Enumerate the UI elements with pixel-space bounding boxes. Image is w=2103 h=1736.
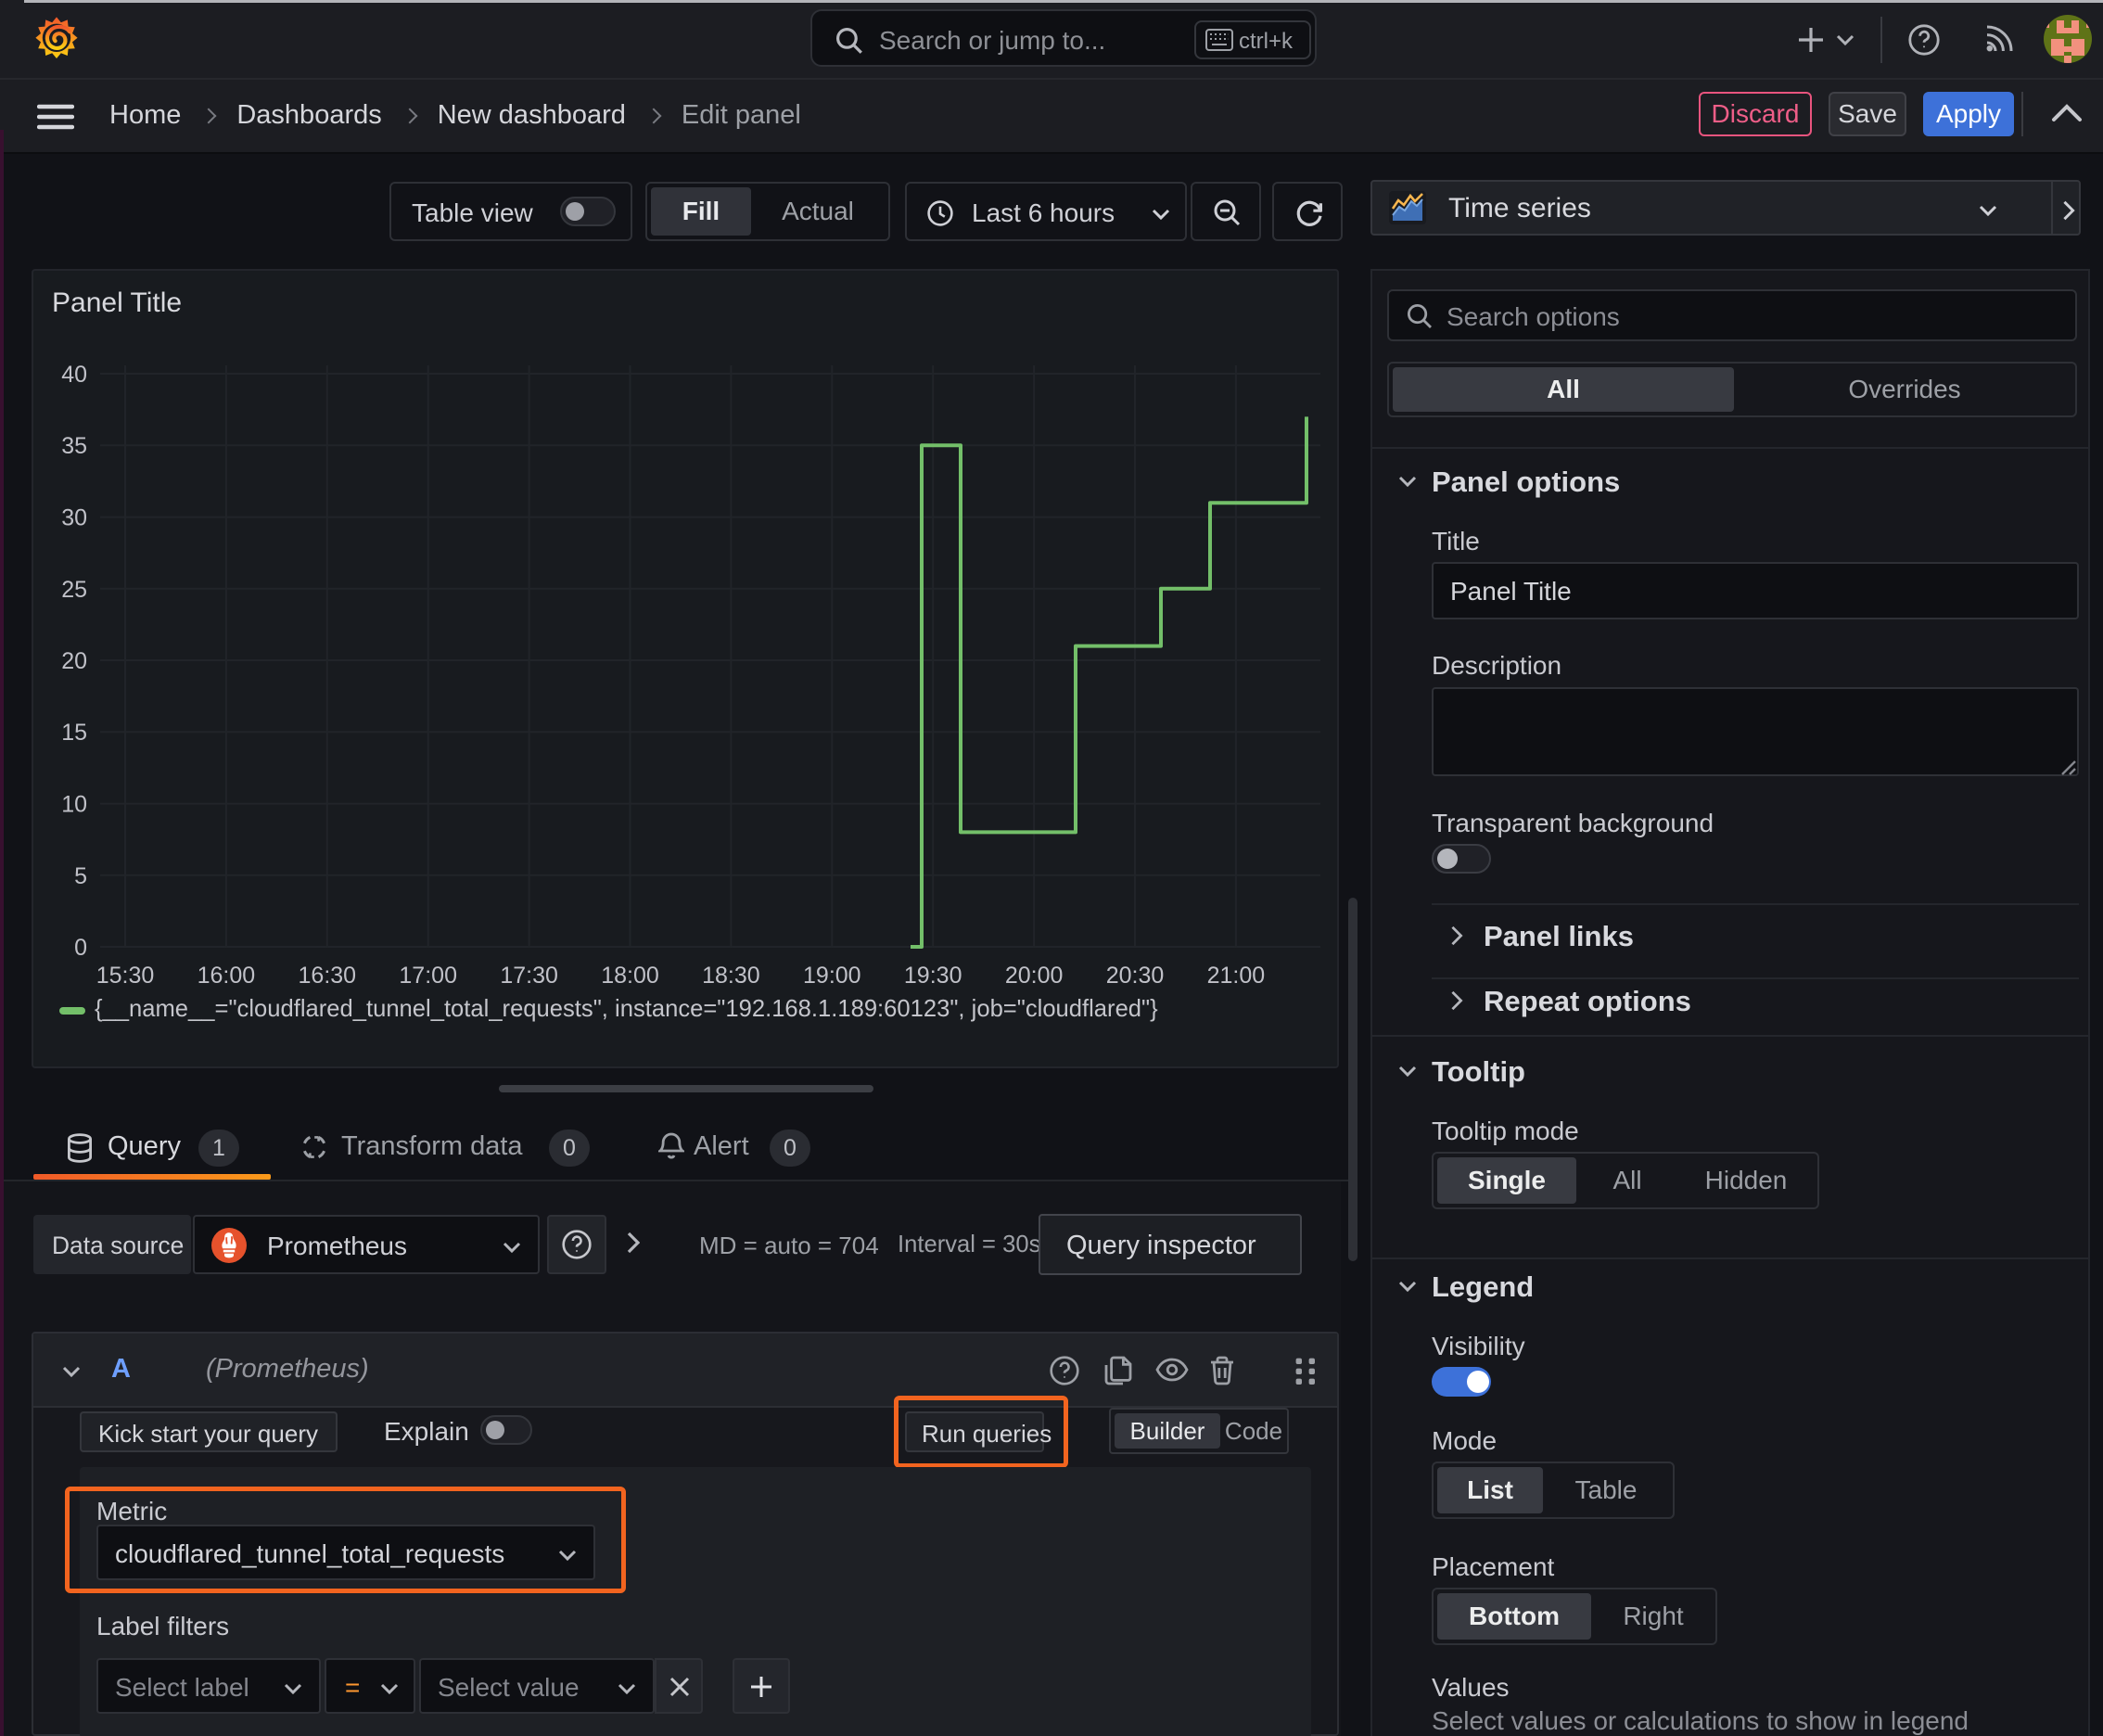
svg-text:16:30: 16:30 xyxy=(299,963,357,989)
svg-text:40: 40 xyxy=(61,362,87,388)
svg-text:15: 15 xyxy=(61,720,87,746)
svg-text:20:30: 20:30 xyxy=(1106,963,1165,989)
svg-text:16:00: 16:00 xyxy=(198,963,256,989)
svg-text:17:30: 17:30 xyxy=(500,963,558,989)
svg-text:20:00: 20:00 xyxy=(1005,963,1064,989)
svg-text:18:00: 18:00 xyxy=(601,963,659,989)
svg-text:21:00: 21:00 xyxy=(1207,963,1266,989)
svg-text:5: 5 xyxy=(74,863,87,889)
svg-text:19:30: 19:30 xyxy=(904,963,962,989)
svg-text:19:00: 19:00 xyxy=(803,963,861,989)
svg-text:0: 0 xyxy=(74,935,87,961)
svg-text:30: 30 xyxy=(61,505,87,531)
svg-text:17:00: 17:00 xyxy=(399,963,457,989)
svg-text:25: 25 xyxy=(61,577,87,603)
svg-text:20: 20 xyxy=(61,648,87,674)
svg-text:15:30: 15:30 xyxy=(96,963,155,989)
svg-text:35: 35 xyxy=(61,433,87,459)
svg-text:10: 10 xyxy=(61,792,87,818)
svg-text:18:30: 18:30 xyxy=(702,963,760,989)
